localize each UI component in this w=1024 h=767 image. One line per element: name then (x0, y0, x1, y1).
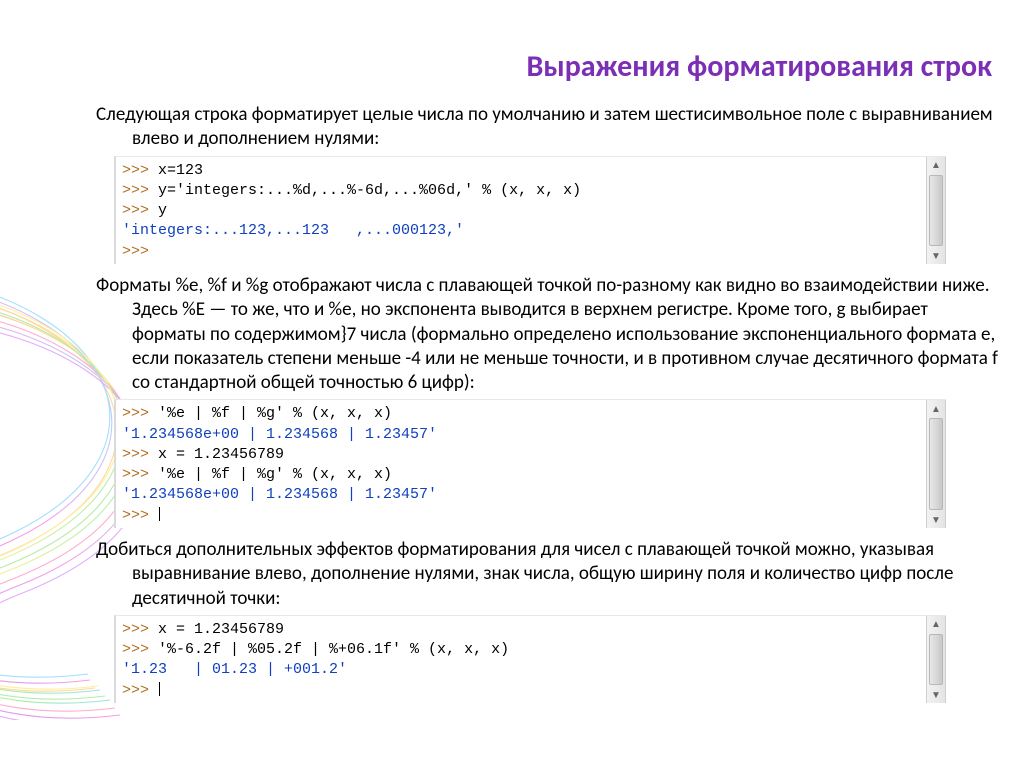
paragraph-3: Добиться дополнительных эффектов формати… (96, 538, 1000, 611)
scroll-thumb[interactable] (929, 175, 943, 246)
cursor-icon (159, 507, 160, 521)
scrollbar-1[interactable]: ▲ ▼ (926, 157, 946, 264)
scroll-thumb[interactable] (929, 418, 943, 510)
paragraph-2: Форматы %e, %f и %g отображают числа с п… (96, 274, 1000, 396)
slide-title: Выражения форматирования строк (24, 48, 1000, 85)
scroll-down-icon[interactable]: ▼ (928, 512, 944, 528)
code-block-3: >>> x = 1.23456789 >>> '%-6.2f | %05.2f … (114, 615, 946, 703)
scroll-down-icon[interactable]: ▼ (928, 248, 944, 264)
code-area-1: >>> x=123 >>> y='integers:...%d,...%-6d,… (116, 157, 926, 264)
scroll-down-icon[interactable]: ▼ (928, 687, 944, 703)
code-area-3: >>> x = 1.23456789 >>> '%-6.2f | %05.2f … (116, 616, 926, 703)
code-block-1: >>> x=123 >>> y='integers:...%d,...%-6d,… (114, 156, 946, 264)
scrollbar-2[interactable]: ▲ ▼ (926, 400, 946, 528)
cursor-icon (159, 682, 160, 696)
scroll-up-icon[interactable]: ▲ (928, 157, 944, 173)
scroll-up-icon[interactable]: ▲ (928, 400, 944, 416)
scroll-thumb[interactable] (929, 634, 943, 685)
code-area-2: >>> '%e | %f | %g' % (x, x, x) '1.234568… (116, 400, 926, 528)
scrollbar-3[interactable]: ▲ ▼ (926, 616, 946, 703)
code-block-2: >>> '%e | %f | %g' % (x, x, x) '1.234568… (114, 399, 946, 528)
paragraph-1: Следующая строка форматирует целые числа… (96, 103, 1000, 152)
scroll-up-icon[interactable]: ▲ (928, 616, 944, 632)
